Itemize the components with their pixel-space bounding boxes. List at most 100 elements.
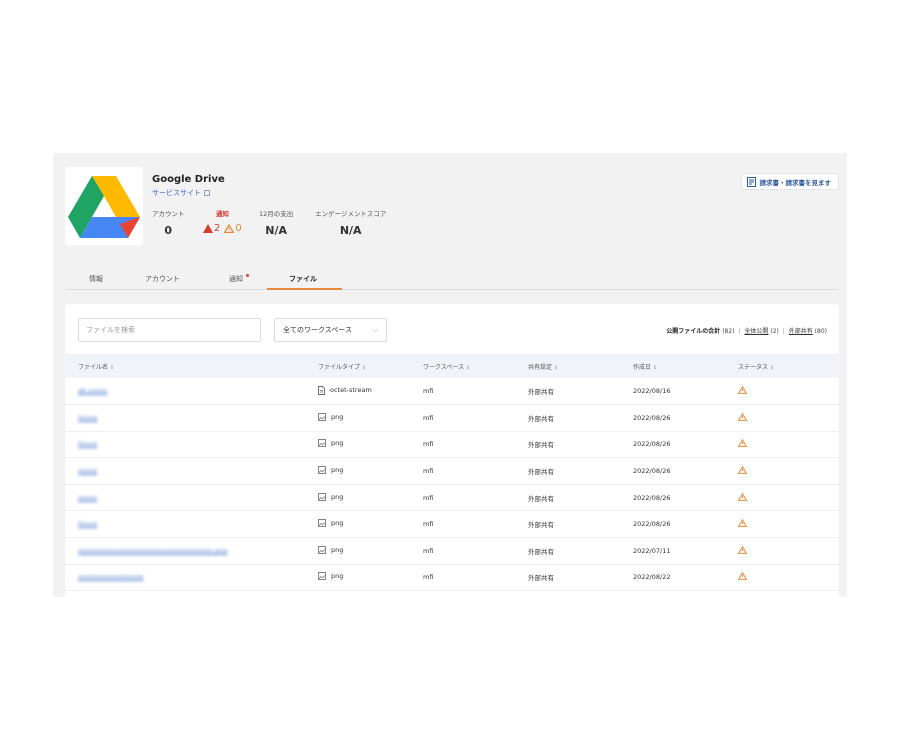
file-type: png xyxy=(331,492,344,501)
file-type-cell: png xyxy=(305,537,410,565)
column-header-created[interactable]: 作成日 ⇕ xyxy=(620,354,725,378)
stat-alerts[interactable]: 通知 2 0 xyxy=(203,208,242,234)
public-filter-link[interactable]: 全体公開 xyxy=(744,328,768,335)
alert-triangle-icon xyxy=(203,224,213,233)
google-drive-logo xyxy=(65,167,143,245)
file-name-cell: Sxxxx xyxy=(65,510,305,539)
column-header-workspace[interactable]: ワークスペース ⇕ xyxy=(410,354,515,378)
view-invoice-button[interactable]: 請求書・請求書を見ます xyxy=(740,173,839,190)
created-date-cell: 2022/08/26 xyxy=(620,404,725,432)
tab-info[interactable]: 情報 xyxy=(89,274,103,284)
warning-triangle-icon xyxy=(738,545,747,554)
alert-warn: 0 xyxy=(224,223,242,234)
sort-icon: ⇕ xyxy=(362,364,367,371)
table-row[interactable]: xxxxxxxxxxxxxxxxxxxxxxxxxxxxxxxxxxx.png p… xyxy=(65,537,839,565)
file-name-link[interactable]: Sxxxx xyxy=(78,520,98,528)
file-type-cell: png xyxy=(305,510,410,539)
file-type: png xyxy=(331,412,344,421)
workspace-cell: mfi xyxy=(410,404,515,432)
status-cell xyxy=(725,564,839,592)
file-name-cell: xxxxxxxxxxxxxxxxx xyxy=(65,564,305,592)
sort-icon: ⇕ xyxy=(770,364,775,371)
file-name-link[interactable]: Sxxxx xyxy=(78,414,98,422)
file-name-cell: Sxxxx xyxy=(65,431,305,459)
sharing-cell: 外部共有 xyxy=(515,484,620,512)
file-name-link[interactable]: xxxxxxxxxxxxxxxxxxxxxxxxxxxxxxxxxxx.png xyxy=(78,547,227,555)
file-type-cell: octet-stream xyxy=(305,378,410,406)
alert-high: 2 xyxy=(203,223,220,234)
file-name-link[interactable]: xxxxxxxxxxxxxxxxx xyxy=(78,573,143,581)
sharing-cell: 外部共有 xyxy=(515,510,620,539)
table-row[interactable]: Sxxxx png mfi 外部共有 2022/08/26 xyxy=(65,431,839,459)
sharing-cell: 外部共有 xyxy=(515,378,620,406)
stat-accounts-label: アカウント xyxy=(152,210,185,218)
file-type-cell: png xyxy=(305,404,410,432)
file-name-link[interactable]: ab.xxxxx xyxy=(78,387,107,395)
tab-accounts[interactable]: アカウント xyxy=(145,274,180,284)
warning-triangle-icon xyxy=(738,519,747,528)
sharing-cell: 外部共有 xyxy=(515,404,620,432)
alert-high-count: 2 xyxy=(214,223,221,234)
summary-total: (82) xyxy=(722,328,735,335)
column-header-status[interactable]: ステータス ⇕ xyxy=(725,354,839,378)
files-table: ファイル名 ⇕ ファイルタイプ ⇕ ワークスペース ⇕ 共有設定 ⇕ 作成日 ⇕ ステータ… xyxy=(65,354,839,592)
column-header-sharing[interactable]: 共有設定 ⇕ xyxy=(515,354,620,378)
warning-triangle-icon xyxy=(738,412,747,421)
table-row[interactable]: Sxxxx png mfi 外部共有 2022/08/26 xyxy=(65,404,839,432)
file-type: octet-stream xyxy=(330,386,372,395)
warning-triangle-icon xyxy=(738,572,747,581)
notification-dot-icon xyxy=(246,274,249,277)
workspace-cell: mfi xyxy=(410,431,515,459)
tab-files[interactable]: ファイル xyxy=(289,274,317,284)
stat-spend-label: 12月の支出 xyxy=(259,210,294,218)
stat-engagement: エンゲージメントスコア N/A xyxy=(315,208,386,237)
table-row[interactable]: xxxxxxxxxxxxxxxxx png mfi 外部共有 2022/08/22 xyxy=(65,564,839,592)
file-name-cell: ab.xxxxx xyxy=(65,378,305,406)
sharing-cell: 外部共有 xyxy=(515,431,620,459)
status-cell xyxy=(725,431,839,459)
status-cell xyxy=(725,537,839,565)
column-header-name[interactable]: ファイル名 ⇕ xyxy=(65,354,305,378)
column-header-type[interactable]: ファイルタイプ ⇕ xyxy=(305,354,410,378)
workspace-cell: mfi xyxy=(410,457,515,485)
created-date-cell: 2022/08/16 xyxy=(620,378,725,406)
file-type-cell: png xyxy=(305,484,410,512)
workspace-select[interactable]: 全てのワークスペース ⌵ xyxy=(274,318,387,342)
table-row[interactable]: xxxxx png mfi 外部共有 2022/08/26 xyxy=(65,457,839,485)
file-name-link[interactable]: xxxxx xyxy=(78,467,97,475)
file-type: png xyxy=(331,519,344,528)
table-row[interactable]: xxxxx png mfi 外部共有 2022/08/26 xyxy=(65,484,839,512)
stat-engagement-value: N/A xyxy=(339,224,362,237)
service-site-link[interactable]: サービスサイト xyxy=(152,188,210,198)
warning-triangle-icon xyxy=(738,492,747,501)
stat-alerts-label: 通知 xyxy=(215,210,229,218)
file-type: png xyxy=(331,439,344,448)
file-type-cell: png xyxy=(305,564,410,592)
table-row[interactable]: Sxxxx png mfi 外部共有 2022/08/26 xyxy=(65,510,839,539)
chevron-down-icon: ⌵ xyxy=(372,325,378,334)
table-row[interactable]: ab.xxxxx octet-stream mfi 外部共有 2022/08/16 xyxy=(65,378,839,406)
tab-alerts[interactable]: 通知 xyxy=(229,274,249,284)
file-type: png xyxy=(331,466,344,475)
sharing-cell: 外部共有 xyxy=(515,564,620,592)
file-name-cell: Sxxxx xyxy=(65,404,305,432)
warning-triangle-icon xyxy=(738,386,747,394)
created-date-cell: 2022/08/22 xyxy=(620,564,725,592)
stat-accounts: アカウント 0 xyxy=(152,208,185,237)
public-files-summary: 公開ファイルの合計 (82) | 全体公開 (2) | 外部共有 (80) xyxy=(666,328,827,335)
external-filter-link[interactable]: 外部共有 xyxy=(789,328,813,335)
files-table-body: ab.xxxxx octet-stream mfi 外部共有 2022/08/16 Sxx… xyxy=(65,378,839,592)
file-name-link[interactable]: xxxxx xyxy=(78,494,97,502)
image-icon xyxy=(318,439,326,448)
workspace-cell: mfi xyxy=(410,510,515,539)
sort-icon: ⇕ xyxy=(466,364,471,371)
tab-alerts-label: 通知 xyxy=(229,275,243,283)
file-name-link[interactable]: Sxxxx xyxy=(78,440,98,448)
created-date-cell: 2022/08/26 xyxy=(620,457,725,485)
file-type: png xyxy=(331,572,344,581)
sort-icon: ⇕ xyxy=(554,364,559,371)
file-search-input[interactable]: ファイルを検索 xyxy=(78,318,261,342)
image-icon xyxy=(318,492,326,501)
image-icon xyxy=(318,572,326,581)
created-date-cell: 2022/08/26 xyxy=(620,484,725,512)
